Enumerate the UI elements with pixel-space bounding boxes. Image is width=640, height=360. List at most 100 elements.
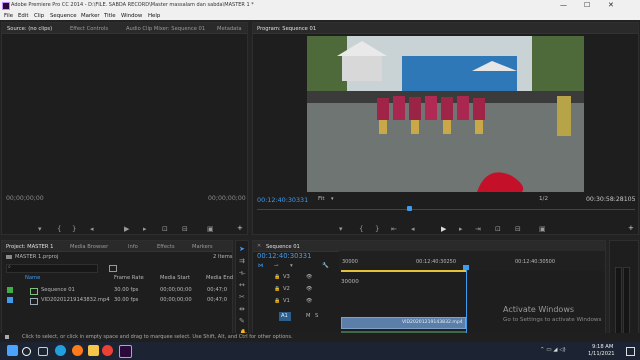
export-frame-icon[interactable]: ▣ [207, 226, 214, 233]
tab-info[interactable]: Info [128, 244, 138, 250]
track-header-v1[interactable]: 🔒 V1 👁 [253, 297, 339, 307]
close-icon[interactable]: ✕ [257, 243, 261, 249]
track-lock-icon[interactable]: 🔒 [274, 299, 280, 304]
minimize-button[interactable]: — [560, 1, 567, 9]
step-back-icon[interactable]: ◂ [411, 226, 415, 233]
ripple-edit-tool-icon[interactable]: ⟛ [239, 270, 245, 277]
menu-title[interactable]: Title [104, 13, 116, 19]
tab-audio-clip-mixer[interactable]: Audio Clip Mixer: Sequence 01 [126, 26, 205, 32]
program-scrub-bar[interactable] [257, 209, 635, 210]
menu-sequence[interactable]: Sequence [50, 13, 77, 19]
tab-markers[interactable]: Markers [192, 244, 213, 250]
tab-sequence-01[interactable]: Sequence 01 [266, 244, 300, 250]
razor-tool-icon[interactable]: ✂ [239, 294, 245, 301]
program-video-frame[interactable] [307, 36, 584, 192]
edge-icon[interactable] [55, 345, 66, 356]
extract-icon[interactable]: ⊟ [515, 226, 521, 233]
add-marker-icon[interactable]: ▾ [339, 226, 343, 233]
mark-out-icon[interactable]: } [375, 226, 379, 233]
notification-icon[interactable] [626, 347, 635, 356]
file-explorer-icon[interactable] [88, 345, 99, 356]
new-bin-icon[interactable] [109, 265, 117, 272]
lift-icon[interactable]: ⊡ [495, 226, 501, 233]
add-marker-icon[interactable]: ▾ [290, 263, 293, 270]
track-lock-icon[interactable]: 🔒 [274, 275, 280, 280]
add-button-icon[interactable]: + [628, 225, 634, 232]
mark-in-icon[interactable]: { [359, 226, 363, 233]
close-button[interactable]: ✕ [608, 1, 614, 9]
clock-time[interactable]: 9:18 AM [592, 344, 613, 350]
overwrite-icon[interactable]: ⊟ [182, 226, 188, 233]
step-forward-icon[interactable]: ▸ [459, 226, 463, 233]
premiere-icon[interactable] [119, 345, 132, 358]
selection-tool-icon[interactable]: ➤ [239, 246, 245, 253]
menu-file[interactable]: File [4, 13, 13, 19]
project-row[interactable]: VID20201219143832.mp4 30.00 fps 00;00;00… [2, 296, 232, 305]
work-area-bar[interactable] [341, 270, 467, 272]
pen-tool-icon[interactable]: ✎ [239, 318, 245, 325]
playhead-line[interactable] [466, 266, 467, 342]
mark-out-icon[interactable]: } [72, 226, 76, 233]
tab-source[interactable]: Source: (no clips) [7, 26, 52, 32]
linked-selection-icon[interactable]: ⊸ [274, 263, 279, 270]
export-frame-icon[interactable]: ▣ [539, 226, 546, 233]
go-to-out-icon[interactable]: ⇥ [475, 226, 481, 233]
clock-date[interactable]: 1/11/2021 [588, 351, 615, 357]
timeline-timecode[interactable]: 00:12:40:30331 [257, 253, 311, 260]
fit-dropdown[interactable]: Fit [318, 196, 325, 203]
step-back-icon[interactable]: ◂ [90, 226, 94, 233]
track-visibility-icon[interactable]: 👁 [306, 299, 312, 304]
insert-icon[interactable]: ⊡ [162, 226, 168, 233]
timeline-settings-icon[interactable]: 🔧 [322, 263, 329, 270]
track-header-v2[interactable]: 🔒 V2 👁 [253, 285, 339, 295]
solo-button[interactable]: S [315, 313, 318, 319]
program-timecode-current[interactable]: 00:12:40:30331 [257, 197, 308, 204]
project-search-input[interactable]: ⌕ [6, 264, 98, 273]
column-header-media-start[interactable]: Media Start [160, 275, 190, 281]
track-select-tool-icon[interactable]: ⇉ [239, 258, 245, 265]
track-visibility-icon[interactable]: 👁 [306, 287, 312, 292]
tab-media-browser[interactable]: Media Browser [70, 244, 108, 250]
menu-marker[interactable]: Marker [81, 13, 100, 19]
maximize-button[interactable]: ☐ [584, 1, 590, 9]
search-icon[interactable] [22, 347, 31, 356]
add-button-icon[interactable]: + [237, 225, 243, 232]
resolution-dropdown[interactable]: 1/2 [539, 196, 548, 203]
menu-window[interactable]: Window [121, 13, 142, 19]
task-view-icon[interactable] [38, 347, 48, 356]
play-icon[interactable]: ▶ [124, 226, 129, 233]
rate-stretch-tool-icon[interactable]: ↔ [239, 282, 245, 289]
video-clip[interactable]: VID20201219143832.mp4 [341, 317, 466, 329]
add-marker-icon[interactable]: ▾ [38, 226, 42, 233]
step-forward-icon[interactable]: ▸ [143, 226, 147, 233]
source-timecode-left[interactable]: 00;00;00;00 [6, 195, 44, 202]
tab-metadata[interactable]: Metadata [217, 26, 242, 32]
track-header-a1[interactable]: A1 M S [253, 311, 339, 323]
mark-in-icon[interactable]: { [57, 226, 61, 233]
play-icon[interactable]: ▶ [441, 226, 446, 233]
windows-start-icon[interactable] [7, 345, 18, 356]
track-visibility-icon[interactable]: 👁 [306, 275, 312, 280]
track-header-v3[interactable]: 🔒 V3 👁 [253, 273, 339, 283]
column-header-name[interactable]: Name [25, 275, 40, 281]
track-lock-icon[interactable]: 🔒 [274, 287, 280, 292]
tab-project[interactable]: Project: MASTER 1 [6, 244, 53, 250]
column-header-frame-rate[interactable]: Frame Rate [114, 275, 144, 281]
playhead-marker-icon[interactable] [407, 206, 412, 211]
snap-icon[interactable]: ⋈ [258, 263, 264, 270]
time-ruler[interactable]: 30000 [339, 251, 605, 285]
chrome-icon[interactable] [102, 345, 113, 356]
tab-effect-controls[interactable]: Effect Controls [70, 26, 108, 32]
column-header-media-end[interactable]: Media End [206, 275, 233, 281]
menu-help[interactable]: Help [148, 13, 160, 19]
tab-effects[interactable]: Effects [157, 244, 175, 250]
slip-tool-icon[interactable]: ⇹ [239, 306, 245, 313]
go-to-in-icon[interactable]: ⇤ [391, 226, 397, 233]
playhead-handle-icon[interactable] [463, 265, 469, 270]
firefox-icon[interactable] [72, 345, 83, 356]
mute-button[interactable]: M [306, 313, 310, 319]
menu-edit[interactable]: Edit [18, 13, 28, 19]
project-row[interactable]: Sequence 01 30.00 fps 00;00;00;00 00;47;… [2, 286, 232, 295]
tab-program[interactable]: Program: Sequence 01 [257, 26, 316, 32]
menu-clip[interactable]: Clip [34, 13, 44, 19]
